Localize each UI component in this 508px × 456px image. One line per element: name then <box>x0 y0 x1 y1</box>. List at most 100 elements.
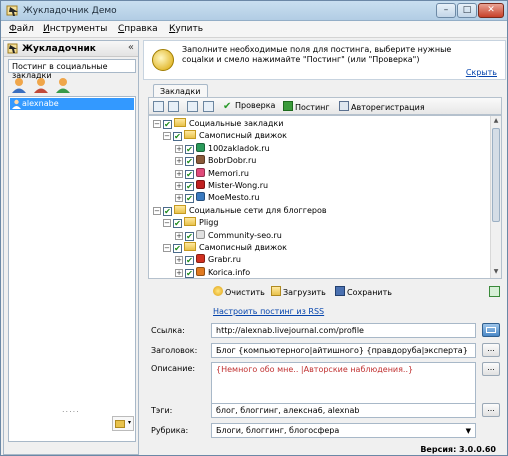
title-bar: Жукладочник Демо – □ ✕ <box>1 1 507 21</box>
tree-folder[interactable]: − ✔ Pligg <box>163 217 218 229</box>
scroll-thumb[interactable] <box>492 128 500 222</box>
tree-folder[interactable]: − ✔ Самописный движок <box>163 242 287 254</box>
site-favicon-icon <box>196 266 205 276</box>
refresh-icon[interactable] <box>489 286 500 297</box>
post-icon <box>283 101 293 111</box>
scroll-down-icon[interactable]: ▼ <box>492 268 500 277</box>
description-label: Описание: <box>151 364 196 373</box>
minimize-button[interactable]: – <box>436 3 456 18</box>
site-favicon-icon <box>196 192 205 202</box>
maximize-button[interactable]: □ <box>457 3 477 18</box>
expand-toggle-icon[interactable]: − <box>163 244 171 252</box>
expand-toggle-icon[interactable]: + <box>175 231 183 240</box>
collapse-panel-button[interactable]: « <box>128 42 134 53</box>
tree-checkbox[interactable]: ✔ <box>173 132 182 142</box>
fetch-link-button[interactable] <box>482 323 500 337</box>
tree-scrollbar[interactable]: ▲ ▼ <box>490 116 501 278</box>
tree-label: 100zakladok.ru <box>208 143 270 153</box>
scroll-up-icon[interactable]: ▲ <box>492 117 500 126</box>
menu-buy[interactable]: Купить <box>169 24 203 34</box>
menu-help[interactable]: Справка <box>118 24 158 34</box>
remove-user-icon[interactable] <box>54 76 72 94</box>
edit-user-icon[interactable] <box>32 76 50 94</box>
folder-icon <box>174 118 186 127</box>
copy-icon[interactable] <box>168 101 179 112</box>
close-button[interactable]: ✕ <box>478 3 504 18</box>
tree-folder[interactable]: − ✔ Социальные закладки <box>153 118 283 130</box>
tree-site[interactable]: + ✔ Korica.info <box>175 266 250 278</box>
expand-toggle-icon[interactable]: − <box>153 120 161 128</box>
expand-toggle-icon[interactable]: − <box>153 206 161 215</box>
tree-checkbox[interactable]: ✔ <box>163 206 172 216</box>
expand-toggle-icon[interactable]: − <box>163 219 171 228</box>
site-favicon-icon <box>196 180 205 189</box>
tab-bookmarks[interactable]: Закладки <box>153 84 208 98</box>
clear-button[interactable]: Очистить <box>213 286 265 297</box>
title-more-button[interactable]: ... <box>482 343 500 357</box>
tree-checkbox[interactable]: ✔ <box>173 219 182 229</box>
tree-checkbox[interactable]: ✔ <box>185 144 194 154</box>
expand-toggle-icon[interactable]: + <box>175 182 183 190</box>
folder-icon <box>174 204 186 214</box>
add-user-icon[interactable] <box>10 76 28 94</box>
tree-checkbox[interactable]: ✔ <box>185 157 194 167</box>
site-favicon-icon <box>196 142 205 152</box>
save-button[interactable]: Сохранить <box>335 286 392 297</box>
description-more-button[interactable]: ... <box>482 362 500 376</box>
expand-toggle-icon[interactable]: + <box>175 194 183 203</box>
account-item[interactable]: alexnabe <box>10 98 134 110</box>
tree-checkbox[interactable]: ✔ <box>185 256 194 266</box>
expand-toggle-icon[interactable]: + <box>175 256 183 265</box>
tags-label: Тэги: <box>151 406 173 415</box>
folder-icon <box>184 130 196 140</box>
tree-site[interactable]: + ✔ BobrDobr.ru <box>175 155 256 167</box>
expand-toggle-icon[interactable]: + <box>175 268 183 277</box>
tags-more-button[interactable]: ... <box>482 403 500 417</box>
post-button[interactable]: Постинг <box>283 101 330 112</box>
load-label: Загрузить <box>283 288 326 297</box>
site-favicon-icon <box>196 229 205 239</box>
rss-settings-link[interactable]: Настроить постинг из RSS <box>213 307 324 316</box>
link-field[interactable]: http://alexnab.livejournal.com/profile <box>211 323 476 338</box>
expand-toggle-icon[interactable]: + <box>175 157 183 166</box>
rubric-select[interactable]: Блоги, блоггинг, блогосфера ▼ <box>211 423 476 438</box>
tree-checkbox[interactable]: ✔ <box>185 194 194 204</box>
tree-site[interactable]: + ✔ Memori.ru <box>175 167 249 180</box>
tree-site[interactable]: + ✔ MoeMesto.ru <box>175 192 260 204</box>
expand-toggle-icon[interactable]: + <box>175 144 183 153</box>
folder-menu-button[interactable]: ▾ <box>112 416 134 431</box>
check-button[interactable]: ✔ Проверка <box>223 101 275 112</box>
checkmark-icon: ✔ <box>223 101 232 112</box>
expand-icon[interactable] <box>187 101 198 112</box>
tree-site[interactable]: + ✔ Community-seo.ru <box>175 229 282 242</box>
mode-label: Постинг в социальные закладки <box>12 62 108 80</box>
tree-site[interactable]: + ✔ Grabr.ru <box>175 254 241 266</box>
title-field[interactable]: Блог {компьютерного|айтишного} {правдору… <box>211 343 476 358</box>
tree-checkbox[interactable]: ✔ <box>185 268 194 278</box>
mode-selector[interactable]: Постинг в социальные закладки <box>8 59 136 80</box>
tree-folder[interactable]: − ✔ Самописный движок <box>163 130 287 142</box>
main-panel: Заполните необходимые поля для постинга,… <box>143 40 506 455</box>
expand-toggle-icon[interactable]: + <box>175 169 183 178</box>
check-all-icon[interactable] <box>153 101 164 112</box>
expand-toggle-icon[interactable]: − <box>163 132 171 141</box>
tree-site[interactable]: + ✔ 100zakladok.ru <box>175 142 270 155</box>
hide-info-link[interactable]: Скрыть <box>466 68 497 77</box>
menu-tools[interactable]: Инструменты <box>43 24 107 34</box>
tree-checkbox[interactable]: ✔ <box>185 169 194 179</box>
load-button[interactable]: Загрузить <box>271 286 326 297</box>
tree-checkbox[interactable]: ✔ <box>163 120 172 129</box>
tree-checkbox[interactable]: ✔ <box>173 244 182 253</box>
tags-field[interactable]: блог, блоггинг, алексна6, alexnab <box>211 403 476 418</box>
menu-file[interactable]: Файл <box>9 24 34 34</box>
tree-label: Mister-Wong.ru <box>208 181 269 190</box>
autoreg-button[interactable]: Авторегистрация <box>339 101 425 112</box>
tree-checkbox[interactable]: ✔ <box>185 182 194 191</box>
description-field[interactable]: {Немного обо мне.. |Авторские наблюдения… <box>211 362 476 405</box>
tree-site[interactable]: + ✔ Mister-Wong.ru <box>175 180 268 192</box>
tree-checkbox[interactable]: ✔ <box>185 231 194 241</box>
autoreg-label: Авторегистрация <box>351 103 425 112</box>
tree-folder[interactable]: − ✔ Социальные сети для блоггеров <box>153 204 327 217</box>
site-favicon-icon <box>196 155 205 165</box>
collapse-icon[interactable] <box>203 101 214 112</box>
